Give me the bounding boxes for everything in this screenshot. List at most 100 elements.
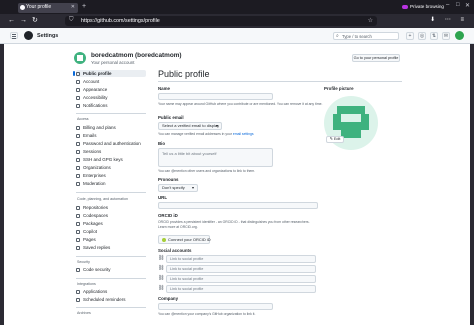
sidebar-item-label: Packages bbox=[83, 221, 103, 226]
sidebar-item-accessibility[interactable]: Accessibility bbox=[76, 94, 146, 101]
go-to-profile-button[interactable]: Go to your personal profile bbox=[352, 54, 400, 62]
tab-close-icon[interactable]: ✕ bbox=[71, 4, 75, 10]
sidebar-item-account[interactable]: Account bbox=[76, 78, 146, 85]
sidebar-item-codespaces[interactable]: Codespaces bbox=[76, 212, 146, 219]
sidebar-item-password[interactable]: Password and authentication bbox=[76, 140, 146, 147]
bio-textarea[interactable]: Tell us a little bit about yourself bbox=[158, 148, 273, 167]
sidebar-item-label: Moderation bbox=[83, 181, 106, 186]
url-field[interactable] bbox=[158, 202, 318, 209]
hamburger-menu-icon[interactable] bbox=[10, 32, 18, 39]
header-title[interactable]: Settings bbox=[37, 33, 58, 39]
new-tab-button[interactable]: + bbox=[82, 3, 86, 11]
github-logo-icon[interactable] bbox=[24, 31, 33, 40]
social-account-input[interactable]: Link to social profile bbox=[166, 255, 316, 263]
window-close-button[interactable]: ✕ bbox=[465, 2, 470, 9]
sidebar-item-code-security[interactable]: Code security bbox=[76, 266, 146, 273]
url-bar[interactable]: ⛉ https://github.com/settings/profile ☆ bbox=[65, 16, 377, 26]
social-account-input[interactable]: Link to social profile bbox=[166, 275, 316, 283]
organization-icon bbox=[76, 165, 80, 170]
pronouns-select[interactable]: Don't specify ▾ bbox=[158, 184, 198, 192]
shield-lock-icon bbox=[76, 141, 80, 146]
sidebar-divider bbox=[76, 113, 146, 114]
public-email-select[interactable]: Select a verified email to display ▾ bbox=[158, 122, 222, 130]
title-divider bbox=[158, 81, 402, 82]
bookmark-star-icon[interactable]: ☆ bbox=[368, 17, 373, 24]
toolbar-menu-icons[interactable]: ⬇ ⋯ ≡ bbox=[430, 16, 468, 23]
email-settings-link[interactable]: email settings bbox=[233, 132, 254, 136]
name-field[interactable] bbox=[158, 93, 273, 100]
company-help: You can @mention your company's GitHub o… bbox=[158, 312, 256, 316]
bio-label: Bio bbox=[158, 141, 166, 146]
link-icon: ⛓ bbox=[158, 265, 165, 271]
sidebar-item-ssh-keys[interactable]: SSH and GPG keys bbox=[76, 156, 146, 163]
sidebar-item-enterprises[interactable]: Enterprises bbox=[76, 172, 146, 179]
sidebar-item-label: Accessibility bbox=[83, 95, 108, 100]
issues-icon[interactable]: ◎ bbox=[418, 32, 426, 40]
identicon-block bbox=[341, 130, 361, 138]
sidebar-item-applications[interactable]: Applications bbox=[76, 288, 146, 295]
reload-button[interactable]: ↻ bbox=[32, 16, 38, 25]
browser-tab[interactable]: Your profile ✕ bbox=[18, 3, 78, 13]
identicon-block bbox=[337, 106, 365, 114]
sidebar-item-label: Codespaces bbox=[83, 213, 109, 218]
connect-orcid-button[interactable]: Connect your ORCID iD bbox=[158, 235, 211, 244]
sidebar-item-moderation[interactable]: Moderation bbox=[76, 180, 146, 187]
sidebar-item-billing[interactable]: Billing and plans bbox=[76, 124, 146, 131]
orcid-help: ORCID provides a persistent identifier -… bbox=[158, 220, 310, 229]
sidebar-divider bbox=[76, 192, 146, 193]
sidebar-item-label: Organizations bbox=[83, 165, 111, 170]
sidebar-item-appearance[interactable]: Appearance bbox=[76, 86, 146, 93]
private-mask-icon bbox=[402, 4, 408, 9]
sidebar-item-label: Pages bbox=[83, 237, 96, 242]
create-new-button[interactable]: + bbox=[406, 32, 414, 40]
orcid-label: ORCID iD bbox=[158, 213, 178, 218]
sidebar-item-sessions[interactable]: Sessions bbox=[76, 148, 146, 155]
pull-requests-icon[interactable]: ⇅ bbox=[430, 32, 438, 40]
private-browsing-label: Private browsing bbox=[410, 4, 444, 9]
tab-favicon-icon bbox=[20, 5, 25, 10]
apps-icon bbox=[76, 289, 80, 294]
sidebar-item-emails[interactable]: Emails bbox=[76, 132, 146, 139]
sidebar-item-label: Code security bbox=[83, 267, 111, 272]
sidebar-divider bbox=[76, 278, 146, 279]
sidebar-item-packages[interactable]: Packages bbox=[76, 220, 146, 227]
public-email-value: Select a verified email to display bbox=[162, 123, 220, 128]
private-browsing-indicator: Private browsing bbox=[402, 4, 444, 9]
page-title: Public profile bbox=[158, 69, 210, 79]
sidebar-item-label: Enterprises bbox=[83, 173, 106, 178]
back-button[interactable]: ← bbox=[8, 16, 15, 25]
window-maximize-button[interactable]: □ bbox=[456, 2, 460, 8]
url-label: URL bbox=[158, 195, 168, 200]
forward-button[interactable]: → bbox=[20, 16, 27, 25]
sidebar-item-repositories[interactable]: Repositories bbox=[76, 204, 146, 211]
sidebar-item-saved-replies[interactable]: Saved replies bbox=[76, 244, 146, 251]
window-minimize-button[interactable]: – bbox=[446, 2, 449, 8]
key-icon bbox=[76, 157, 80, 162]
url-text[interactable]: https://github.com/settings/profile bbox=[81, 18, 160, 24]
sidebar-item-label: Password and authentication bbox=[83, 141, 141, 146]
report-icon bbox=[76, 181, 80, 186]
search-input[interactable]: ⌕ Type / to search bbox=[333, 32, 399, 40]
sidebar-item-notifications[interactable]: Notifications bbox=[76, 102, 146, 109]
social-account-input[interactable]: Link to social profile bbox=[166, 265, 316, 273]
github-header: Settings ⌕ Type / to search + ◎ ⇅ ✉ bbox=[0, 28, 474, 44]
edit-picture-button[interactable]: ✎ Edit bbox=[326, 136, 344, 143]
bio-help: You can @mention other users and organiz… bbox=[158, 169, 256, 173]
name-label: Name bbox=[158, 86, 170, 91]
sidebar-item-public-profile[interactable]: Public profile bbox=[73, 70, 146, 77]
social-account-input[interactable]: Link to social profile bbox=[166, 285, 316, 293]
sidebar-heading-integrations: Integrations bbox=[77, 282, 96, 286]
inbox-icon[interactable]: ✉ bbox=[442, 32, 450, 40]
user-avatar[interactable] bbox=[455, 31, 464, 40]
profile-picture-label: Profile picture bbox=[324, 86, 354, 91]
mail-icon bbox=[76, 133, 80, 138]
sidebar-item-copilot[interactable]: Copilot bbox=[76, 228, 146, 235]
sidebar-item-label: Appearance bbox=[83, 87, 108, 92]
sidebar-item-pages[interactable]: Pages bbox=[76, 236, 146, 243]
nav-toolbar: ← → ↻ ⛉ https://github.com/settings/prof… bbox=[0, 14, 474, 28]
company-field[interactable] bbox=[158, 303, 273, 310]
sidebar-item-organizations[interactable]: Organizations bbox=[76, 164, 146, 171]
link-icon: ⛓ bbox=[158, 255, 165, 261]
package-icon bbox=[76, 221, 80, 226]
sidebar-item-scheduled-reminders[interactable]: Scheduled reminders bbox=[76, 296, 146, 303]
